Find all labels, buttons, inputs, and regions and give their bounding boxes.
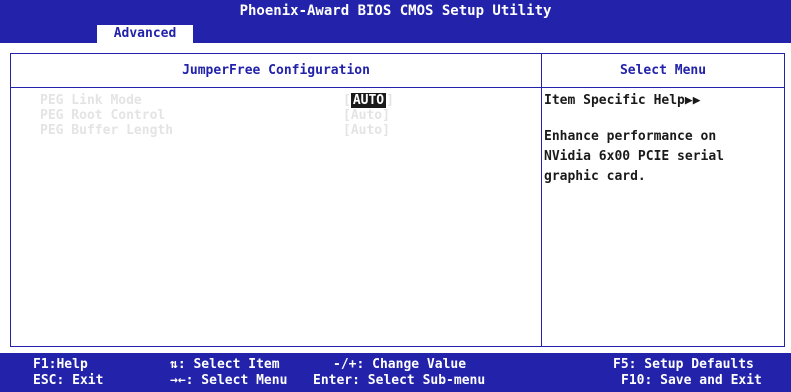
setting-peg-link-mode-label[interactable]: PEG Link Mode: [40, 93, 142, 108]
value-open-bracket: [: [343, 93, 351, 108]
setting-peg-buffer-length-label[interactable]: PEG Buffer Length: [40, 123, 173, 138]
key-esc-exit: ESC: Exit: [33, 373, 104, 388]
key-f10-save-exit: F10: Save and Exit: [621, 373, 762, 388]
help-heading: Item Specific Help▶▶: [544, 93, 701, 108]
header-divider: [11, 87, 784, 88]
value-text: AUTO: [350, 93, 387, 108]
bios-title: Phoenix-Award BIOS CMOS Setup Utility: [0, 0, 791, 22]
main-area: JumperFree Configuration Select Menu PEG…: [0, 43, 791, 353]
value-close-bracket: ]: [386, 93, 394, 108]
key-f5-defaults: F5: Setup Defaults: [613, 357, 754, 372]
setting-peg-root-control-value[interactable]: [Auto]: [343, 108, 390, 123]
setting-peg-root-control-label[interactable]: PEG Root Control: [40, 108, 165, 123]
key-select-item: ⇅: Select Item: [170, 357, 280, 372]
setting-peg-buffer-length-value[interactable]: [Auto]: [343, 123, 390, 138]
key-select-submenu: Enter: Select Sub-menu: [313, 373, 486, 388]
menu-bar: Advanced: [0, 22, 791, 43]
value-close-bracket: ]: [382, 123, 390, 138]
value-text: Auto: [350, 123, 383, 138]
key-f1-help: F1:Help: [33, 357, 88, 372]
key-change-value: -/+: Change Value: [333, 357, 467, 372]
panel-title-select-menu: Select Menu: [619, 63, 707, 78]
setting-peg-link-mode-value[interactable]: [AUTO]: [343, 93, 394, 108]
tab-advanced[interactable]: Advanced: [97, 25, 193, 43]
value-close-bracket: ]: [382, 108, 390, 123]
bios-screen: Phoenix-Award BIOS CMOS Setup Utility Ad…: [0, 0, 791, 392]
panel-title-jumperfree: JumperFree Configuration: [182, 63, 370, 78]
help-text: Enhance performance on NVidia 6x00 PCIE …: [544, 129, 725, 184]
panel-divider: [541, 54, 542, 346]
double-arrow-icon: ▶▶: [684, 93, 701, 108]
value-open-bracket: [: [343, 108, 351, 123]
key-select-menu: →←: Select Menu: [170, 373, 288, 388]
key-legend-bar: F1:Help ESC: Exit ⇅: Select Item →←: Sel…: [0, 353, 791, 392]
value-open-bracket: [: [343, 123, 351, 138]
value-text: Auto: [350, 108, 383, 123]
help-heading-text: Item Specific Help: [544, 93, 685, 108]
